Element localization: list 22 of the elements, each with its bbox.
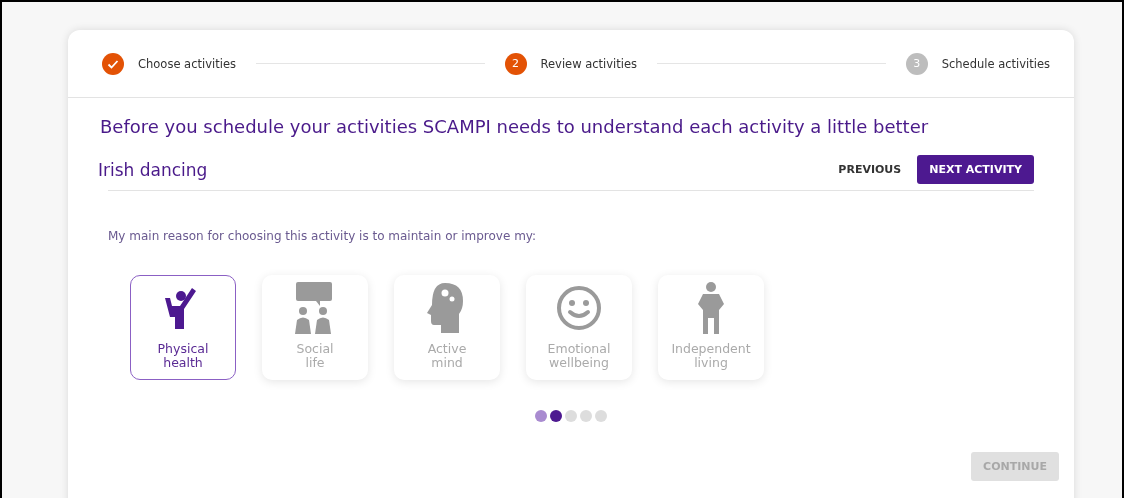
pager-dot[interactable]	[535, 410, 547, 422]
step-number: 2	[504, 52, 527, 75]
pager-dot[interactable]	[580, 410, 592, 422]
step-label: Choose activities	[138, 56, 236, 71]
pager-dot[interactable]	[550, 410, 562, 422]
step-label: Review activities	[540, 56, 638, 71]
step-number: 3	[905, 52, 928, 75]
previous-button[interactable]: PREVIOUS	[838, 157, 902, 182]
page-heading: Before you schedule your activities SCAMPI needs to understand each activity a little better	[100, 116, 930, 137]
reason-option[interactable]: Emotional wellbeing	[526, 275, 632, 380]
pager-dot[interactable]	[595, 410, 607, 422]
smiley-face-icon	[556, 285, 602, 331]
reason-option[interactable]: Active mind	[394, 275, 500, 380]
reason-option[interactable]: Physical health	[130, 275, 236, 380]
reason-option[interactable]: Independent living	[658, 275, 764, 380]
pager-dot[interactable]	[565, 410, 577, 422]
activity-title: Irish dancing	[98, 159, 208, 180]
standing-person-icon	[697, 282, 725, 334]
reason-option[interactable]: Social life	[262, 275, 368, 380]
step-label: Schedule activities	[941, 56, 1050, 71]
question-text: My main reason for choosing this activity is to maintain or improve my:	[108, 229, 538, 243]
next-activity-button[interactable]: NEXT ACTIVITY	[917, 155, 1034, 184]
